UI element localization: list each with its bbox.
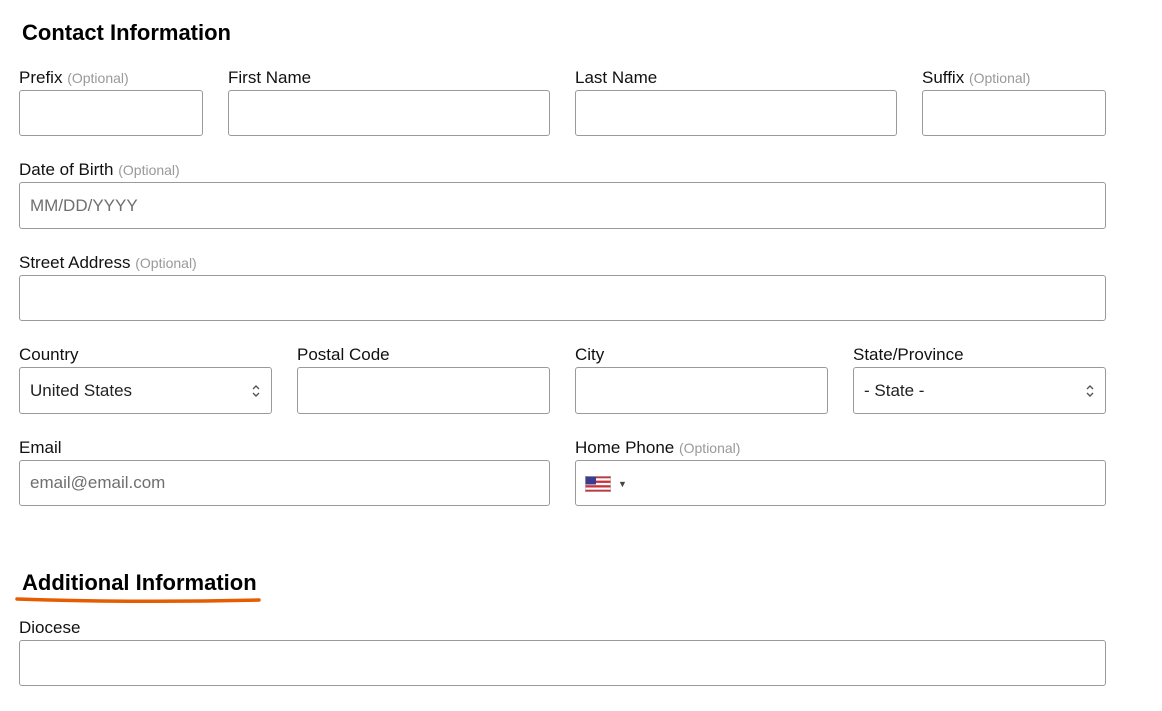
diocese-label: Diocese xyxy=(19,618,81,637)
date-of-birth-label-text: Date of Birth xyxy=(19,160,114,179)
prefix-input[interactable] xyxy=(19,90,203,136)
optional-tag: (Optional) xyxy=(968,70,1031,86)
optional-tag: (Optional) xyxy=(135,255,197,271)
country-code-selector[interactable]: ▼ xyxy=(585,475,627,493)
optional-tag: (Optional) xyxy=(678,440,741,456)
state-province-label: State/Province xyxy=(853,345,964,364)
street-address-label: Street Address (Optional) xyxy=(19,253,197,273)
contact-information-heading: Contact Information xyxy=(22,20,231,45)
date-of-birth-label: Date of Birth (Optional) xyxy=(19,160,180,180)
last-name-input[interactable] xyxy=(575,90,897,136)
select-arrows-icon xyxy=(1086,384,1094,397)
us-flag-icon xyxy=(585,476,611,492)
postal-code-label: Postal Code xyxy=(297,345,390,364)
suffix-input[interactable] xyxy=(922,90,1106,136)
heading-underline xyxy=(15,597,261,604)
prefix-label: Prefix (Optional) xyxy=(19,68,129,88)
prefix-label-text: Prefix xyxy=(19,68,63,87)
last-name-label: Last Name xyxy=(575,68,658,87)
email-input[interactable] xyxy=(19,460,550,506)
date-of-birth-input[interactable] xyxy=(19,182,1106,229)
home-phone-label: Home Phone (Optional) xyxy=(575,438,740,458)
diocese-input[interactable] xyxy=(19,640,1106,686)
email-label: Email xyxy=(19,438,62,457)
street-address-input[interactable] xyxy=(19,275,1106,321)
home-phone-field[interactable]: ▼ xyxy=(575,460,1106,506)
state-selected-value: - State - xyxy=(864,380,925,400)
suffix-label-text: Suffix xyxy=(922,68,965,87)
city-input[interactable] xyxy=(575,367,828,414)
caret-down-icon: ▼ xyxy=(618,479,627,489)
city-label: City xyxy=(575,345,605,364)
optional-tag: (Optional) xyxy=(67,70,129,86)
suffix-label: Suffix (Optional) xyxy=(922,68,1030,88)
country-label: Country xyxy=(19,345,79,364)
street-address-label-text: Street Address xyxy=(19,253,131,272)
optional-tag: (Optional) xyxy=(118,162,180,178)
state-province-select[interactable]: - State - xyxy=(853,367,1106,414)
postal-code-input[interactable] xyxy=(297,367,550,414)
country-select[interactable]: United States xyxy=(19,367,272,414)
first-name-input[interactable] xyxy=(228,90,550,136)
first-name-label: First Name xyxy=(228,68,312,87)
select-arrows-icon xyxy=(252,384,260,397)
country-selected-value: United States xyxy=(30,380,133,400)
additional-information-heading: Additional Information xyxy=(22,570,257,595)
home-phone-label-text: Home Phone xyxy=(575,438,675,457)
